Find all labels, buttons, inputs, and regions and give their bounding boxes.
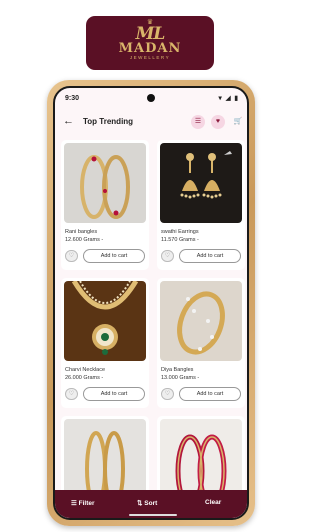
brand-logo: ♛ ML MADAN JEWELLERY: [86, 16, 214, 70]
bottom-action-bar: ☰ Filter ⇅ Sort Clear: [55, 490, 247, 518]
product-image[interactable]: [64, 143, 146, 223]
logo-brand: MADAN: [118, 41, 182, 56]
phone-frame: 9:30 ▾ ◢ ▮ ← Top Trending ☰ ♥ 🛒 Rani ban…: [47, 80, 255, 526]
logo-tagline: JEWELLERY: [129, 55, 171, 60]
filter-icon[interactable]: ☰: [191, 115, 205, 129]
camera-cutout: [147, 94, 155, 102]
status-icons: ▾ ◢ ▮: [218, 95, 239, 102]
product-card[interactable]: Diya Bangles 13.000 Grams - ♡ Add to car…: [157, 278, 245, 408]
product-image[interactable]: [160, 143, 242, 223]
product-price: 12.600 Grams -: [65, 237, 104, 243]
sliders-icon: ☰: [71, 500, 77, 507]
clear-button[interactable]: Clear: [205, 499, 221, 506]
product-name: Rani bangles: [65, 229, 98, 235]
product-price: 26.000 Grams -: [65, 375, 104, 381]
filter-label: Filter: [78, 500, 95, 507]
product-image[interactable]: [64, 419, 146, 499]
wishlist-icon[interactable]: ♡: [65, 250, 78, 262]
add-to-cart-button[interactable]: Add to cart: [83, 387, 145, 401]
product-name: Diya Bangles: [161, 367, 194, 373]
heart-icon[interactable]: ♥: [211, 115, 225, 129]
product-image[interactable]: [64, 281, 146, 361]
app-screen: 9:30 ▾ ◢ ▮ ← Top Trending ☰ ♥ 🛒 Rani ban…: [53, 86, 249, 520]
logo-monogram: ML: [135, 24, 166, 44]
wishlist-icon[interactable]: ♡: [161, 250, 174, 262]
add-to-cart-button[interactable]: Add to cart: [179, 387, 241, 401]
product-card[interactable]: swathi Earrings 11.570 Grams - ♡ Add to …: [157, 140, 245, 270]
cart-icon[interactable]: 🛒: [231, 115, 245, 129]
filter-action[interactable]: ☰ Filter: [71, 499, 95, 507]
product-name: Charvi Necklace: [65, 367, 106, 373]
product-price: 13.000 Grams -: [161, 375, 200, 381]
gesture-bar: [129, 514, 177, 516]
arrow-left-icon[interactable]: ←: [63, 115, 74, 127]
add-to-cart-button[interactable]: Add to cart: [179, 249, 241, 263]
sort-icon: ⇅: [137, 500, 143, 507]
app-bar: ← Top Trending ☰ ♥ 🛒: [55, 112, 247, 134]
add-to-cart-button[interactable]: Add to cart: [83, 249, 145, 263]
product-name: swathi Earrings: [161, 229, 199, 235]
status-time: 9:30: [65, 95, 80, 102]
sort-label: Sort: [144, 500, 158, 507]
product-card[interactable]: Charvi Necklace 26.000 Grams - ♡ Add to …: [61, 278, 149, 408]
wishlist-icon[interactable]: ♡: [65, 388, 78, 400]
sort-action[interactable]: ⇅ Sort: [137, 499, 157, 507]
product-image[interactable]: [160, 281, 242, 361]
product-image[interactable]: [160, 419, 242, 499]
page-title: Top Trending: [83, 117, 134, 126]
wishlist-icon[interactable]: ♡: [161, 388, 174, 400]
status-bar: 9:30 ▾ ◢ ▮: [55, 88, 247, 106]
product-price: 11.570 Grams -: [161, 237, 199, 243]
product-card[interactable]: Rani bangles 12.600 Grams - ♡ Add to car…: [61, 140, 149, 270]
